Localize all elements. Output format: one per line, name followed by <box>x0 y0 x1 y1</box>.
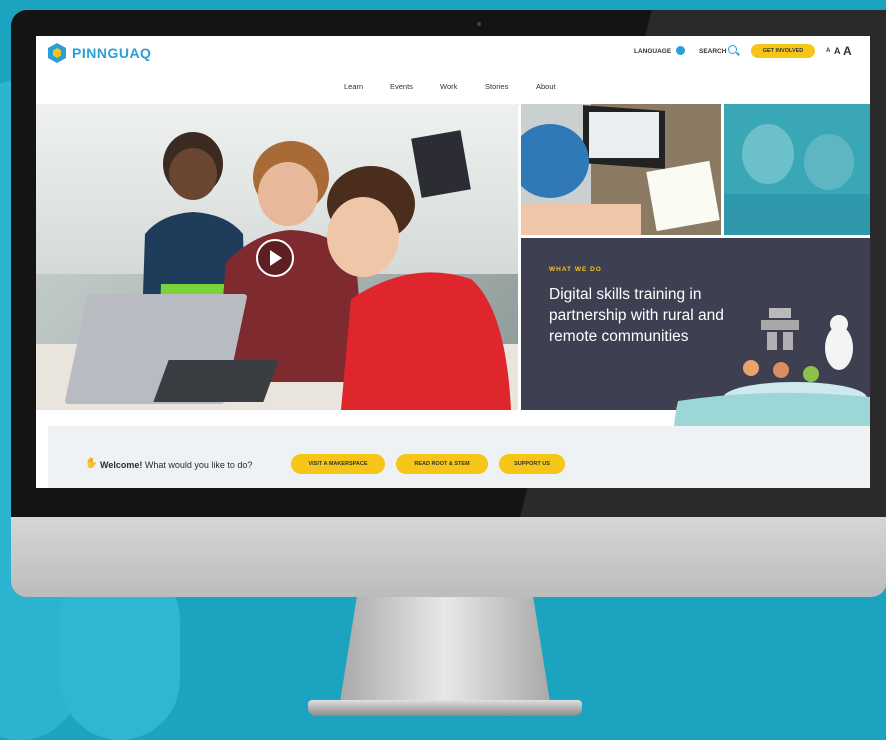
main-nav: Learn Events Work Stories About <box>36 70 870 105</box>
nav-item-learn[interactable]: Learn <box>344 82 363 91</box>
search-link[interactable]: SEARCH <box>699 48 726 55</box>
play-video-icon[interactable] <box>256 239 294 277</box>
support-us-button[interactable]: SUPPORT US <box>499 454 565 474</box>
welcome-question: What would you like to do? <box>142 460 253 470</box>
photo-tile-workshop <box>724 104 870 235</box>
hero-keyboard <box>153 360 279 402</box>
hero-video[interactable] <box>36 104 518 410</box>
welcome-bold: Welcome! <box>100 460 143 470</box>
monitor-stand <box>340 597 550 702</box>
waving-hand-icon: ✋ <box>85 458 98 469</box>
monitor-base <box>308 700 582 716</box>
website-screen: PINNGUAQ LANGUAGE SEARCH GET INVOLVED A … <box>36 36 870 488</box>
what-we-do-panel: WHAT WE DO Digital skills training in pa… <box>521 238 870 410</box>
monitor-chin <box>11 517 886 597</box>
nav-item-events[interactable]: Events <box>390 82 413 91</box>
what-we-do-eyebrow: WHAT WE DO <box>549 266 602 273</box>
hero-child-right <box>327 166 511 410</box>
nav-item-stories[interactable]: Stories <box>485 82 508 91</box>
photo-tile-drawing <box>521 104 721 235</box>
camera-dot <box>477 22 481 26</box>
nav-item-about[interactable]: About <box>536 82 556 91</box>
globe-icon[interactable] <box>676 46 685 55</box>
font-size-medium-button[interactable]: A <box>834 46 841 56</box>
search-icon[interactable] <box>728 45 737 54</box>
what-we-do-headline: Digital skills training in partnership w… <box>549 286 724 345</box>
get-involved-button[interactable]: GET INVOLVED <box>751 44 815 58</box>
font-size-large-button[interactable]: A <box>843 44 852 58</box>
font-size-small-button[interactable]: A <box>826 48 830 54</box>
welcome-bar: ✋ Welcome! What would you like to do? VI… <box>48 426 870 488</box>
logo-text[interactable]: PINNGUAQ <box>72 45 151 61</box>
language-link[interactable]: LANGUAGE <box>634 48 671 55</box>
visit-makerspace-button[interactable]: VISIT A MAKERSPACE <box>291 454 385 474</box>
nav-item-work[interactable]: Work <box>440 82 457 91</box>
welcome-text: Welcome! What would you like to do? <box>100 460 252 470</box>
read-root-stem-button[interactable]: READ ROOT & STEM <box>396 454 488 474</box>
site-header: PINNGUAQ LANGUAGE SEARCH GET INVOLVED A … <box>36 36 870 70</box>
